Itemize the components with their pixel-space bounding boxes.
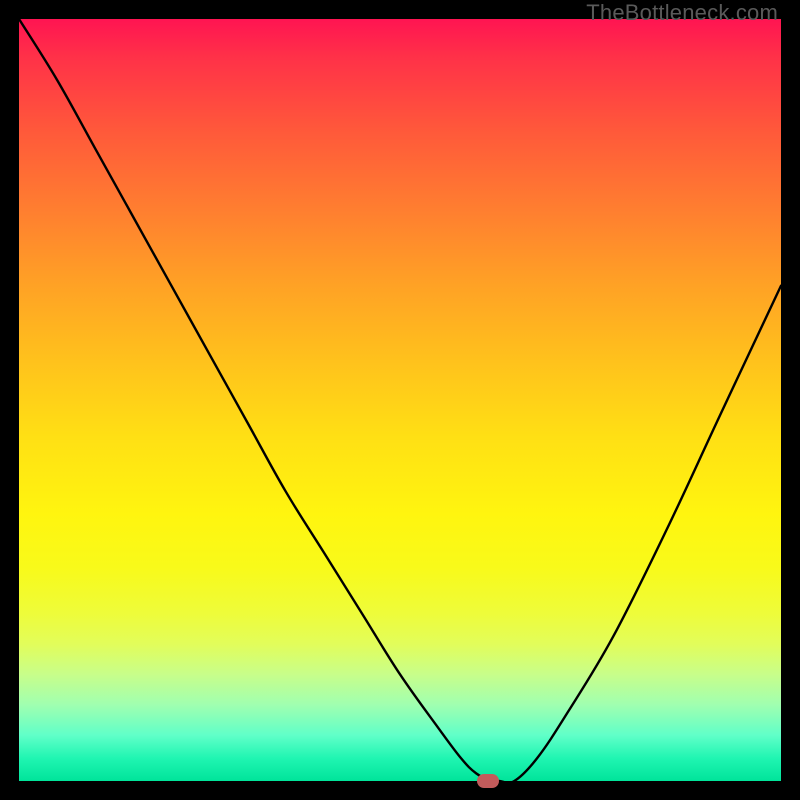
watermark-text: TheBottleneck.com	[586, 0, 778, 26]
plot-gradient-background	[19, 19, 781, 781]
optimal-point-marker	[477, 774, 499, 788]
bottleneck-chart: TheBottleneck.com	[0, 0, 800, 800]
